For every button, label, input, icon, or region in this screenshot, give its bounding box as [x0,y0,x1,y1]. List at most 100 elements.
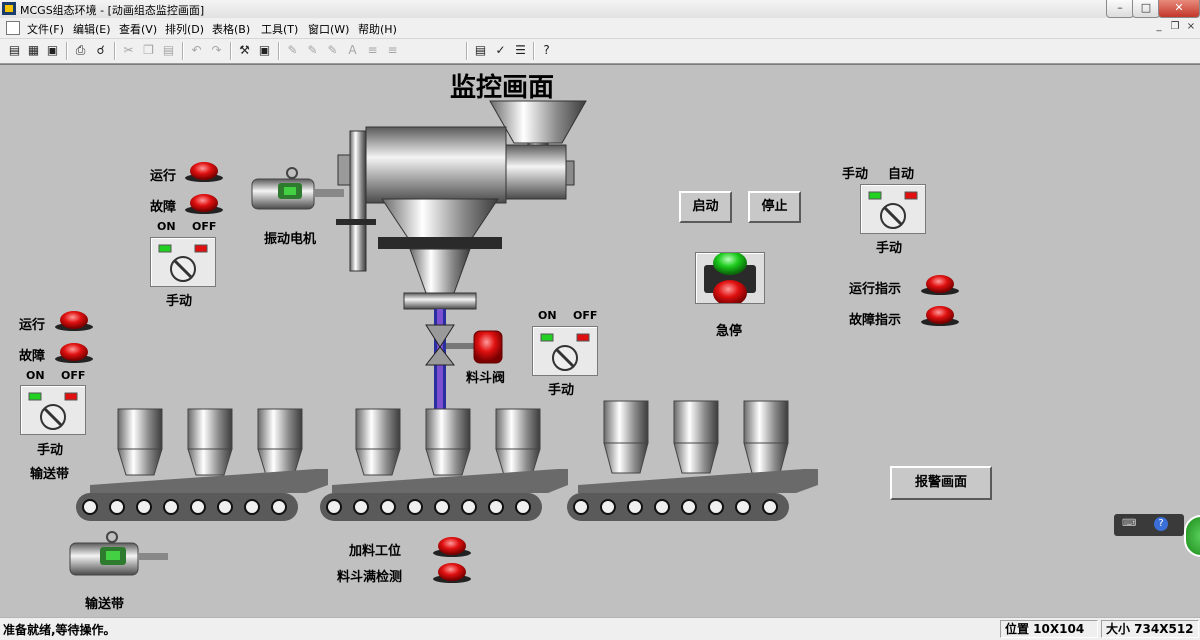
save-icon[interactable]: ▣ [44,42,61,59]
menu-file[interactable]: 文件(F) [27,21,64,37]
draw-tool-1-icon[interactable]: ✎ [284,42,301,59]
conveyor-run-lamp [55,311,93,331]
emergency-stop-label: 急停 [716,324,743,339]
toolbar-separator [533,42,535,60]
menu-tools[interactable]: 工具(T) [261,21,298,37]
valve-manual-switch[interactable] [532,326,598,376]
valve-switch-off-label: OFF [573,309,598,322]
menu-arrange[interactable]: 排列(D) [165,21,204,37]
align-right-icon[interactable]: ≡ [384,42,401,59]
vibration-run-lamp [185,162,223,182]
toolbar: ▤ ▦ ▣ ⎙ ☌ ✂ ❐ ▤ ↶ ↷ ⚒ ▣ ✎ ✎ ✎ A ≡ ≡ ▤ ✓ … [0,39,1200,64]
mode-selector-switch[interactable] [860,184,926,234]
status-size: 大小 734X512 [1101,620,1199,638]
new-window-icon[interactable]: ▤ [6,42,23,59]
vibration-switch-off-label: OFF [192,220,217,233]
maximize-button[interactable]: □ [1132,0,1160,18]
keyboard-icon[interactable]: ⌨ [1122,518,1136,529]
vibration-manual-switch[interactable] [150,237,216,287]
menu-window[interactable]: 窗口(W) [308,21,349,37]
align-icon[interactable]: ≡ [364,42,381,59]
conveyor-switch-off-label: OFF [61,369,86,382]
hopper-full-label: 料斗满检测 [337,570,403,585]
emergency-stop-lamps [704,251,756,306]
conveyor-belt-1 [76,408,328,521]
mode-switch-label: 手动 [876,241,903,256]
menu-table[interactable]: 表格(B) [212,21,250,37]
monitor-canvas: 监控画面 振动电机 运行 故障 ON OFF 手动 运行 故障 ON OFF 手… [0,64,1200,618]
vibration-motor [251,167,344,210]
conveyor-switch-label: 手动 [37,443,64,458]
conveyor-lines [76,400,818,521]
open-icon[interactable]: ▦ [25,42,42,59]
status-position: 位置 10X104 [1000,620,1098,638]
toolbar-separator [114,42,116,60]
draw-tool-2-icon[interactable]: ✎ [304,42,321,59]
vibration-fault-lamp [185,194,223,214]
selector-switch-icon [868,191,918,229]
tools-icon[interactable]: ⚒ [236,42,253,59]
font-icon[interactable]: A [344,42,361,59]
mdi-close-button[interactable]: × [1184,21,1198,34]
menu-edit[interactable]: 编辑(E) [73,21,111,37]
vibration-switch-label: 手动 [166,294,193,309]
run-indicator-lamp [921,275,959,295]
print-preview-icon[interactable]: ☌ [92,42,109,59]
redo-icon[interactable]: ↷ [208,42,225,59]
network-speed-badge-icon[interactable] [1184,515,1200,557]
start-button[interactable]: 启动 [679,191,732,223]
cut-icon[interactable]: ✂ [120,42,137,59]
print-icon[interactable]: ⎙ [72,42,89,59]
conveyor-run-label: 运行 [19,318,46,333]
draw-tool-3-icon[interactable]: ✎ [324,42,341,59]
close-button[interactable]: ✕ [1158,0,1200,18]
status-bar: 准备就绪,等待操作。 位置 10X104 大小 734X512 [0,617,1200,640]
title-bar: MCGS组态环境 - [动画组态监控画面] – □ ✕ [0,0,1200,19]
frame-icon[interactable]: ▣ [256,42,273,59]
paste-icon[interactable]: ▤ [160,42,177,59]
mode-manual-label: 手动 [842,167,869,182]
toolbar-separator [466,42,468,60]
minimize-button[interactable]: – [1106,0,1134,18]
fault-indicator-lamp [921,306,959,326]
vibration-motor-label: 振动电机 [264,232,317,247]
toolbar-separator [66,42,68,60]
alarm-screen-button[interactable]: 报警画面 [890,466,992,500]
conveyor-motor-label: 输送带 [85,597,125,612]
selector-switch-icon [158,244,208,282]
conveyor-fault-lamp [55,343,93,363]
app-icon [2,2,16,15]
list-icon[interactable]: ☰ [512,42,529,59]
vibration-run-label: 运行 [150,169,177,184]
emergency-stop-panel[interactable] [695,251,765,306]
vibration-switch-on-label: ON [157,220,176,233]
mdi-restore-button[interactable]: ❐ [1168,21,1182,34]
feeding-position-label: 加料工位 [349,544,402,559]
hopper-full-lamp [433,563,471,583]
conveyor-switch-on-label: ON [26,369,45,382]
hopper-valve-label: 料斗阀 [466,371,506,386]
stop-button[interactable]: 停止 [748,191,801,223]
fault-indicator-label: 故障指示 [849,313,902,328]
help-icon[interactable]: ? [538,42,555,59]
copy-icon[interactable]: ❐ [140,42,157,59]
feeding-position-lamp [433,537,471,557]
undo-icon[interactable]: ↶ [188,42,205,59]
mode-auto-label: 自动 [888,167,915,182]
menu-view[interactable]: 查看(V) [119,21,157,37]
selector-switch-icon [540,333,590,371]
properties-icon[interactable]: ▤ [472,42,489,59]
conveyor-fault-label: 故障 [19,349,46,364]
status-message: 准备就绪,等待操作。 [3,623,116,637]
toolbar-separator [182,42,184,60]
conveyor-motor [69,531,168,576]
mdi-minimize-button[interactable]: _ [1152,21,1166,34]
input-method-bar[interactable]: ⌨ ? [1114,514,1184,536]
check-icon[interactable]: ✓ [492,42,509,59]
help-circle-icon[interactable]: ? [1154,517,1168,531]
document-icon[interactable] [6,21,20,35]
toolbar-separator [230,42,232,60]
valve-switch-on-label: ON [538,309,557,322]
conveyor-belt-3 [567,400,818,521]
menu-help[interactable]: 帮助(H) [358,21,397,37]
